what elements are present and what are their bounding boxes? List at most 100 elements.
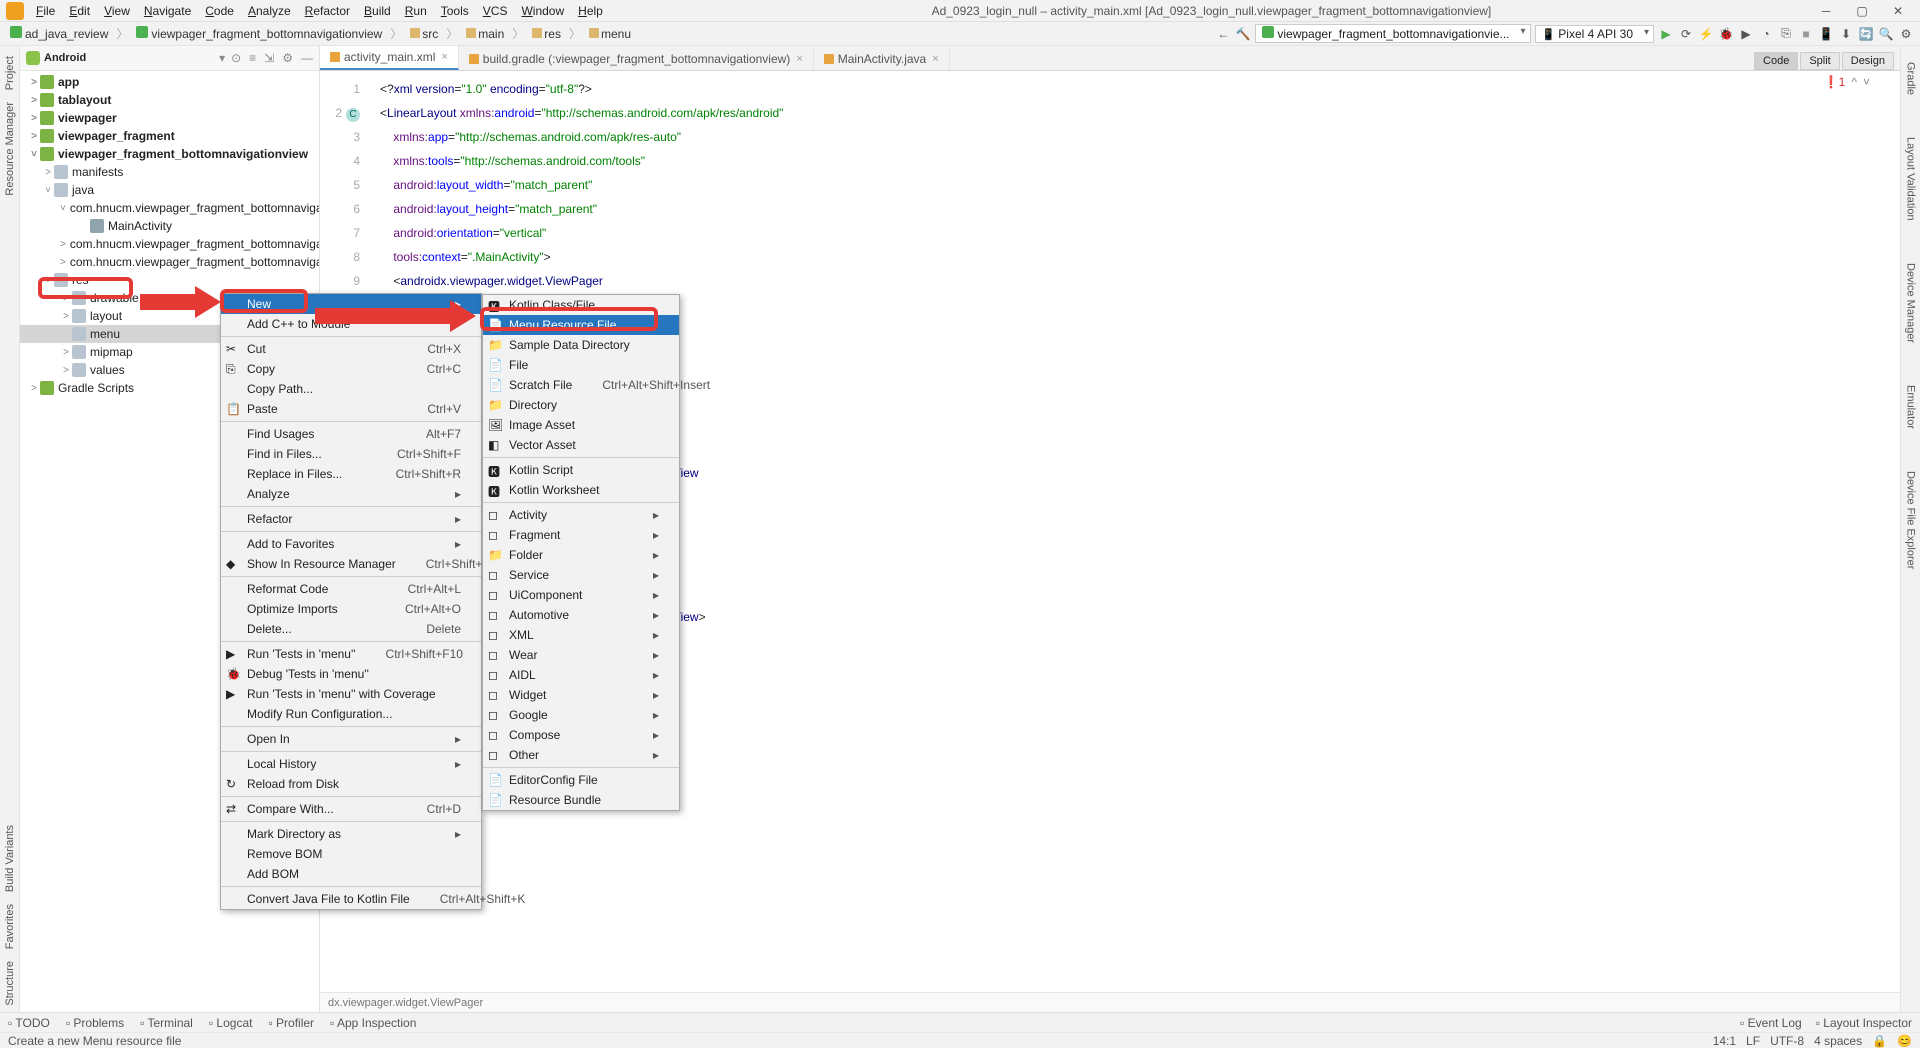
ctx-item[interactable]: Add BOM	[221, 864, 481, 884]
ctx-item[interactable]: ◻Wear▸	[483, 645, 679, 665]
mode-code[interactable]: Code	[1754, 52, 1798, 70]
close-tab-icon[interactable]: ×	[932, 53, 938, 65]
sync-icon[interactable]: 🔄	[1858, 26, 1874, 42]
ctx-item[interactable]: Find in Files...Ctrl+Shift+F	[221, 444, 481, 464]
status-item[interactable]: 4 spaces	[1814, 1034, 1862, 1048]
expand-icon[interactable]: ⇲	[264, 51, 274, 65]
status-item[interactable]: UTF-8	[1770, 1034, 1804, 1048]
ctx-item[interactable]: ◆Show In Resource ManagerCtrl+Shift+T	[221, 554, 481, 574]
ctx-item[interactable]: Mark Directory as▸	[221, 824, 481, 844]
editor-inspection[interactable]: ❗1 ^ ˅	[1824, 75, 1870, 89]
ctx-item[interactable]: 📄File	[483, 355, 679, 375]
ctx-item[interactable]: Analyze▸	[221, 484, 481, 504]
ctx-item[interactable]: ↻Reload from Disk	[221, 774, 481, 794]
rail-resource-manager[interactable]: Resource Manager	[4, 96, 16, 202]
ctx-item[interactable]: Optimize ImportsCtrl+Alt+O	[221, 599, 481, 619]
menu-file[interactable]: File	[30, 2, 61, 20]
ctx-item[interactable]: ◻Google▸	[483, 705, 679, 725]
crumb[interactable]: menu	[585, 25, 635, 43]
ctx-item[interactable]: 🅺Kotlin Worksheet	[483, 480, 679, 500]
ctx-item[interactable]: ◻Fragment▸	[483, 525, 679, 545]
editor-tab[interactable]: MainActivity.java×	[814, 48, 950, 70]
tree-node[interactable]: >viewpager_fragment	[20, 127, 319, 145]
menu-edit[interactable]: Edit	[63, 2, 96, 20]
ctx-item[interactable]: ⇄Compare With...Ctrl+D	[221, 799, 481, 819]
gear-icon[interactable]: ⚙	[282, 51, 293, 65]
bottom-problems[interactable]: ▫ Problems	[66, 1016, 124, 1030]
ctx-item[interactable]: 📁Directory	[483, 395, 679, 415]
bottom-logcat[interactable]: ▫ Logcat	[209, 1016, 253, 1030]
maximize-icon[interactable]: ▢	[1850, 4, 1874, 18]
menu-refactor[interactable]: Refactor	[299, 2, 356, 20]
bottom-layout-inspector[interactable]: ▫ Layout Inspector	[1816, 1016, 1912, 1030]
ctx-item[interactable]: ▶Run 'Tests in 'menu''Ctrl+Shift+F10	[221, 644, 481, 664]
ctx-item[interactable]: 📁Sample Data Directory	[483, 335, 679, 355]
ctx-item[interactable]: ◻Automotive▸	[483, 605, 679, 625]
crumb[interactable]: res	[528, 25, 565, 43]
tree-node[interactable]: >tablayout	[20, 91, 319, 109]
ctx-item[interactable]: 📄Resource Bundle	[483, 790, 679, 810]
dropdown-icon[interactable]: ▾	[219, 51, 225, 65]
rail-emulator[interactable]: Emulator	[1905, 379, 1917, 435]
bottom-terminal[interactable]: ▫ Terminal	[140, 1016, 193, 1030]
ctx-item[interactable]: Delete...Delete	[221, 619, 481, 639]
ctx-item[interactable]: Find UsagesAlt+F7	[221, 424, 481, 444]
editor-tab[interactable]: activity_main.xml×	[320, 46, 459, 70]
tree-node[interactable]: >viewpager	[20, 109, 319, 127]
coverage-icon[interactable]: ▶	[1738, 26, 1754, 42]
tree-node[interactable]: ˅viewpager_fragment_bottomnavigationview	[20, 145, 319, 163]
rail-project[interactable]: Project	[4, 50, 16, 96]
ctx-item[interactable]: Open In▸	[221, 729, 481, 749]
crumb[interactable]: main	[462, 25, 508, 43]
minimize-icon[interactable]: ─	[1814, 4, 1838, 18]
device-selector[interactable]: 📱 Pixel 4 API 30	[1535, 25, 1654, 43]
ctx-item[interactable]: 🅺Kotlin Script	[483, 460, 679, 480]
menu-analyze[interactable]: Analyze	[242, 2, 297, 20]
profile-icon[interactable]: ◔	[1758, 26, 1774, 42]
ctx-item[interactable]: ▶Run 'Tests in 'menu'' with Coverage	[221, 684, 481, 704]
menu-navigate[interactable]: Navigate	[138, 2, 197, 20]
status-item[interactable]: LF	[1746, 1034, 1760, 1048]
ctx-item[interactable]: ◻UiComponent▸	[483, 585, 679, 605]
close-icon[interactable]: ✕	[1886, 4, 1910, 18]
hide-icon[interactable]: —	[301, 51, 313, 65]
ctx-item[interactable]: Replace in Files...Ctrl+Shift+R	[221, 464, 481, 484]
tree-node[interactable]: >com.hnucm.viewpager_fragment_bottomnavi…	[20, 235, 319, 253]
crumb[interactable]: viewpager_fragment_bottomnavigationview	[132, 24, 386, 43]
ctx-item[interactable]: ✂CutCtrl+X	[221, 339, 481, 359]
menu-vcs[interactable]: VCS	[477, 2, 514, 20]
ctx-item[interactable]: ◻Compose▸	[483, 725, 679, 745]
ctx-item[interactable]: Copy Path...	[221, 379, 481, 399]
bottom-profiler[interactable]: ▫ Profiler	[268, 1016, 314, 1030]
rail-device-file-explorer[interactable]: Device File Explorer	[1905, 465, 1917, 575]
close-tab-icon[interactable]: ×	[796, 53, 802, 65]
settings-icon[interactable]: ⚙	[1898, 26, 1914, 42]
attach-icon[interactable]: ⎘	[1778, 26, 1794, 42]
menu-view[interactable]: View	[98, 2, 136, 20]
ctx-item[interactable]: 📄Scratch FileCtrl+Alt+Shift+Insert	[483, 375, 679, 395]
ctx-item[interactable]: 📁Folder▸	[483, 545, 679, 565]
tree-node[interactable]: >manifests	[20, 163, 319, 181]
menu-tools[interactable]: Tools	[435, 2, 475, 20]
bottom-event-log[interactable]: ▫ Event Log	[1740, 1016, 1802, 1030]
ctx-item[interactable]: ◻XML▸	[483, 625, 679, 645]
ctx-item[interactable]: Convert Java File to Kotlin FileCtrl+Alt…	[221, 889, 481, 909]
sdk-icon[interactable]: ⬇	[1838, 26, 1854, 42]
editor-tab[interactable]: build.gradle (:viewpager_fragment_bottom…	[459, 48, 814, 70]
rail-gradle[interactable]: Gradle	[1905, 56, 1917, 101]
close-tab-icon[interactable]: ×	[441, 51, 447, 63]
collapse-icon[interactable]: ≡	[249, 51, 256, 65]
tree-node[interactable]: ˅java	[20, 181, 319, 199]
bottom-todo[interactable]: ▫ TODO	[8, 1016, 50, 1030]
ctx-item[interactable]: Local History▸	[221, 754, 481, 774]
menu-help[interactable]: Help	[572, 2, 609, 20]
ctx-item[interactable]: Refactor▸	[221, 509, 481, 529]
status-item[interactable]: 14:1	[1713, 1034, 1736, 1048]
ctx-item[interactable]: ◧Vector Asset	[483, 435, 679, 455]
menu-code[interactable]: Code	[199, 2, 240, 20]
apply-code-icon[interactable]: ⚡	[1698, 26, 1714, 42]
ctx-item[interactable]: ◻Other▸	[483, 745, 679, 765]
editor-breadcrumb[interactable]: dx.viewpager.widget.ViewPager	[320, 992, 1900, 1012]
crumb[interactable]: src	[406, 25, 442, 43]
search-icon[interactable]: 🔍	[1878, 26, 1894, 42]
